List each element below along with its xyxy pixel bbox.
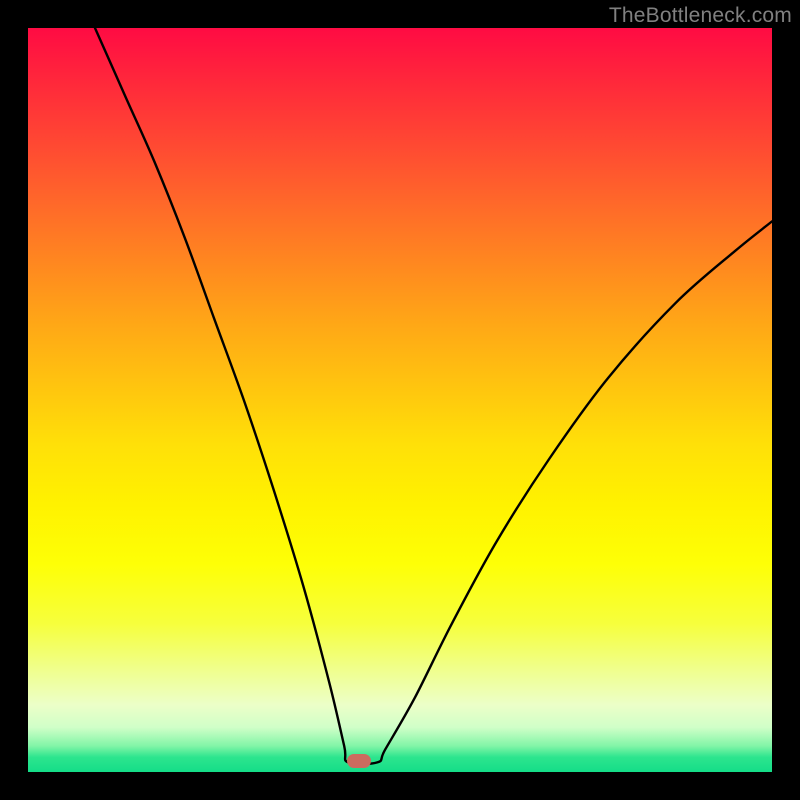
chart-frame: TheBottleneck.com [0, 0, 800, 800]
plot-area [28, 28, 772, 772]
bottleneck-curve [28, 28, 772, 772]
watermark-text: TheBottleneck.com [609, 4, 792, 28]
optimum-marker [347, 754, 371, 768]
